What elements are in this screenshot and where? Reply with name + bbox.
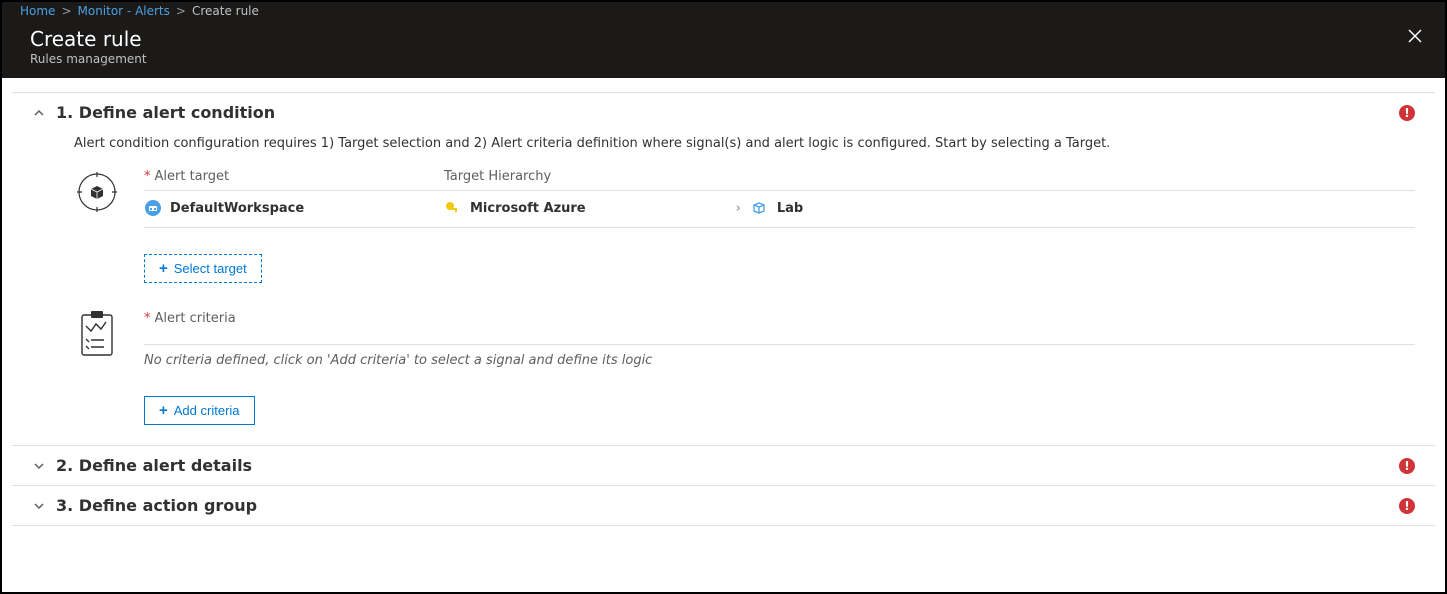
alert-target-block: * Alert target Target Hierarchy DefaultWo… [74,169,1415,283]
section-condition: 1. Define alert condition ! Alert condit… [12,92,1435,445]
workspace-icon [144,199,162,217]
breadcrumb-sep: > [176,4,186,18]
add-criteria-label: Add criteria [174,403,240,418]
target-icon [74,169,120,215]
warning-icon: ! [1399,105,1415,121]
chevron-down-icon [32,459,46,473]
select-target-label: Select target [174,261,247,276]
resource-group-icon [751,200,767,216]
criteria-icon [74,311,120,357]
breadcrumb-monitor[interactable]: Monitor - Alerts [78,4,170,18]
criteria-empty-message: No criteria defined, click on 'Add crite… [144,353,1415,368]
page-subtitle: Rules management [30,52,147,66]
plus-icon: + [159,403,168,418]
alert-criteria-label: Alert criteria [155,311,236,326]
section-action-title: 3. Define action group [56,496,1399,515]
main-content: 1. Define alert condition ! Alert condit… [2,78,1445,526]
select-target-button[interactable]: + Select target [144,254,262,283]
breadcrumb: Home > Monitor - Alerts > Create rule [2,2,1445,20]
hierarchy-child: Lab [777,201,803,216]
target-hierarchy-label: Target Hierarchy [444,169,1415,184]
section-action-header[interactable]: 3. Define action group ! [32,496,1415,515]
plus-icon: + [159,261,168,276]
page-header: Create rule Rules management [2,20,1445,78]
alert-target-label: Alert target [155,169,230,184]
add-criteria-button[interactable]: + Add criteria [144,396,255,425]
page-title: Create rule [30,26,147,52]
required-icon: * [144,169,151,184]
section-details-header[interactable]: 2. Define alert details ! [32,456,1415,475]
alert-criteria-block: * Alert criteria No criteria defined, cli… [74,311,1415,425]
section-action: 3. Define action group ! [12,485,1435,526]
alert-target-value: DefaultWorkspace [170,201,304,216]
key-icon [444,200,460,216]
warning-icon: ! [1399,458,1415,474]
section-condition-title: 1. Define alert condition [56,103,1399,122]
section-condition-header[interactable]: 1. Define alert condition ! [32,103,1415,122]
section-details-title: 2. Define alert details [56,456,1399,475]
section-details: 2. Define alert details ! [12,445,1435,485]
breadcrumb-home[interactable]: Home [20,4,55,18]
close-button[interactable] [1407,28,1423,44]
chevron-down-icon [32,499,46,513]
required-icon: * [144,311,151,326]
condition-desc: Alert condition configuration requires 1… [74,136,1415,151]
breadcrumb-current: Create rule [192,4,259,18]
hierarchy-root: Microsoft Azure [470,201,586,216]
section-condition-body: Alert condition configuration requires 1… [32,122,1415,435]
warning-icon: ! [1399,498,1415,514]
chevron-right-icon: › [736,201,741,216]
chevron-up-icon [32,106,46,120]
breadcrumb-sep: > [61,4,71,18]
